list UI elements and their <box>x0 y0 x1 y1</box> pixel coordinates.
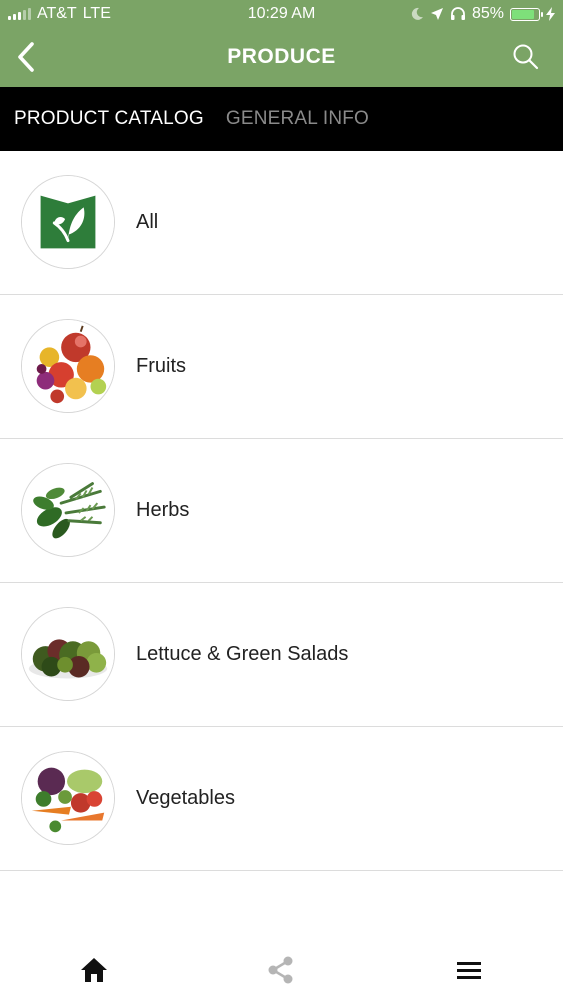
tab-general-info[interactable]: GENERAL INFO <box>226 108 369 130</box>
share-icon <box>268 956 293 984</box>
vegetables-thumbnail <box>21 751 115 845</box>
logo-icon <box>22 176 114 268</box>
chevron-left-icon <box>18 42 34 72</box>
category-label: Vegetables <box>136 787 235 809</box>
list-item-fruits[interactable]: Fruits <box>0 295 563 439</box>
bottom-nav <box>0 940 563 1000</box>
page-title: PRODUCE <box>227 45 336 68</box>
home-button[interactable] <box>78 954 110 986</box>
search-icon <box>513 44 539 70</box>
menu-button[interactable] <box>453 954 485 986</box>
lettuce-thumbnail <box>21 607 115 701</box>
herbs-image <box>22 464 114 556</box>
home-icon <box>81 958 107 982</box>
fruits-image <box>22 320 114 412</box>
category-label: Lettuce & Green Salads <box>136 643 349 665</box>
category-list: All Fruits Herbs Lettuce & Green Salads … <box>0 151 563 871</box>
list-item-all[interactable]: All <box>0 151 563 295</box>
vegetables-image <box>22 752 114 844</box>
status-bar: AT&T LTE 10:29 AM 85% <box>0 0 563 28</box>
tab-bar: PRODUCT CATALOG GENERAL INFO <box>0 87 563 151</box>
battery-icon <box>510 7 543 21</box>
charging-icon <box>546 7 555 21</box>
category-label: All <box>136 211 159 233</box>
category-label: Herbs <box>136 499 190 521</box>
all-thumbnail <box>21 175 115 269</box>
list-item-vegetables[interactable]: Vegetables <box>0 727 563 871</box>
lettuce-image <box>22 608 114 700</box>
headphones-icon <box>450 7 465 20</box>
category-label: Fruits <box>136 355 186 377</box>
moon-icon <box>411 7 423 20</box>
menu-icon <box>457 962 481 979</box>
battery-percent: 85% <box>471 5 504 22</box>
search-button[interactable] <box>511 42 541 72</box>
list-item-lettuce[interactable]: Lettuce & Green Salads <box>0 583 563 727</box>
share-button[interactable] <box>265 954 297 986</box>
location-icon <box>430 8 443 20</box>
list-item-herbs[interactable]: Herbs <box>0 439 563 583</box>
herbs-thumbnail <box>21 463 115 557</box>
fruits-thumbnail <box>21 319 115 413</box>
tab-product-catalog[interactable]: PRODUCT CATALOG <box>14 108 204 130</box>
back-button[interactable] <box>12 40 42 74</box>
nav-bar: PRODUCE <box>0 28 563 87</box>
